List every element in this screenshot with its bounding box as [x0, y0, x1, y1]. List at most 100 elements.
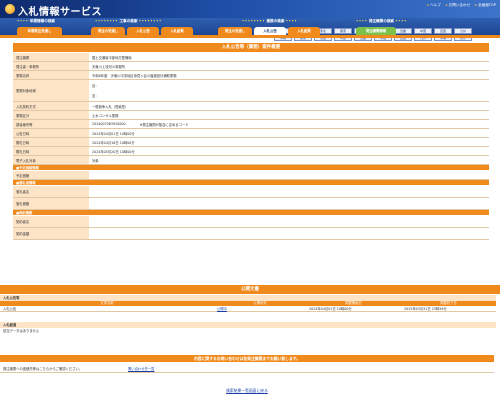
detail-note: ※発注機関が独自に定めるコード: [139, 122, 189, 127]
detail-value-text: 対象: [92, 158, 99, 163]
detail-row: 業務区分 土木コンサル業務: [13, 111, 489, 120]
tab-business-result[interactable]: 入札結果: [288, 27, 320, 35]
section-label-business: •••••••• 業務の検索 ••••: [242, 19, 298, 23]
app-logo-icon: [5, 4, 15, 14]
detail-row: 公告日時 2024年04月01日 10時00分: [13, 129, 489, 138]
detail-value: [89, 186, 489, 197]
prefecture-button[interactable]: 関東: [334, 28, 352, 34]
doc-start: 2024年04月01日 10時00分: [309, 307, 352, 311]
detail-value-text: 天竜川上流河川事務所: [92, 64, 125, 69]
inquiry-row: 発注機関への連絡先等はこちらからご確認ください。 問い合わせ先一覧: [0, 364, 494, 373]
detail-value-text: 2024年05月20日 10時00分: [92, 149, 135, 154]
detail-label: 業務区分: [13, 111, 89, 119]
detail-label: 電子入札対象: [13, 156, 89, 164]
detail-label: 開札日時: [13, 138, 89, 146]
inquiry-text: 発注機関への連絡先等はこちらからご確認ください。: [3, 366, 83, 371]
contact-link[interactable]: お問い合わせ: [446, 3, 471, 8]
area-to: 至：: [92, 94, 99, 98]
detail-row: 電子入札対象 対象: [13, 156, 489, 165]
area-from: 自：: [92, 84, 99, 88]
detail-value-text: 令和6年度 天竜川中流地区添見ヶ谷川堰堤設計補助業務: [92, 73, 177, 78]
detail-value: 2024年05月20日 10時00分: [89, 147, 489, 155]
detail-label: 契約者名: [13, 216, 89, 227]
detail-value: 2024年04月16日 10時00分: [89, 138, 489, 146]
detail-value: [89, 198, 489, 209]
detail-label: 発注機関: [13, 53, 89, 61]
prefecture-button[interactable]: 近畿: [394, 28, 412, 34]
detail-value: 対象: [89, 156, 489, 164]
detail-row: 契約者名: [13, 216, 489, 228]
back-to-results-link[interactable]: 検索結果一覧画面に戻る: [226, 388, 268, 393]
detail-row: 契約金額: [13, 228, 489, 240]
section-label-common: •••• 年間情報の検索: [17, 19, 56, 23]
doc-status-link[interactable]: 公開中: [214, 306, 306, 311]
detail-label: 落札価格: [13, 198, 89, 209]
detail-value: 2024年04月01日 10時00分: [89, 129, 489, 137]
detail-table: 発注機関 国土交通省中部地方整備局 発注者・事務所 天竜川上流河川事務所 業務名称 令和6…: [13, 53, 489, 240]
detail-value-text: 2024007063920000: [92, 122, 126, 126]
detail-value: [89, 228, 489, 239]
detail-value: 天竜川上流河川事務所: [89, 62, 489, 70]
tab-business-notice[interactable]: 入札公告: [254, 27, 286, 35]
prefecture-button[interactable]: 四国: [434, 28, 452, 34]
top-page-link[interactable]: 全画面TOP: [475, 3, 496, 8]
public-docs-header: 公開文書: [0, 285, 500, 294]
result-note: 該当データはありません: [3, 329, 40, 333]
top-links: ヘルプ お問い合わせ 全画面TOP: [427, 3, 496, 8]
detail-label: 業務名称: [13, 71, 89, 79]
tab-construction-notice[interactable]: 入札公告: [127, 27, 159, 35]
detail-value: 2024007063920000 ※発注機関が独自に定めるコード: [89, 120, 489, 128]
prefecture-button[interactable]: 九州: [454, 28, 472, 34]
detail-row: 発注機関 国土交通省中部地方整備局: [13, 53, 489, 62]
detail-row: 落札価格: [13, 198, 489, 210]
detail-label: 公告日時: [13, 129, 89, 137]
detail-label: 落札者名: [13, 186, 89, 197]
page-title: 入札公告等（業務）案件概要: [13, 43, 489, 52]
detail-label: 入札契約方式: [13, 102, 89, 110]
result-block: 入札経過 該当データはありません: [0, 322, 496, 334]
detail-label: 予定価格: [13, 171, 89, 179]
section-label-ordering: •••• 発注機関の検索 ••••: [356, 19, 407, 23]
detail-value: 土木コンサル業務: [89, 111, 489, 119]
doc-name: 入札公告: [3, 307, 17, 311]
doc-end: 2025年03月31日 23時59分: [404, 307, 447, 311]
detail-value-text: 一般競争入札（簡素型）: [92, 104, 129, 109]
detail-row: 開札日時 2024年04月16日 10時00分: [13, 138, 489, 147]
detail-label: 業務対象地域: [13, 80, 89, 101]
detail-row: 業務名称 令和6年度 天竜川中流地区添見ヶ谷川堰堤設計補助業務: [13, 71, 489, 80]
inquiry-link[interactable]: 問い合わせ先一覧: [128, 366, 154, 371]
detail-value: 国土交通省中部地方整備局: [89, 53, 489, 61]
detail-value: [89, 171, 489, 179]
detail-value-text: 2024年04月16日 10時00分: [92, 140, 135, 145]
detail-value-text: 2024年04月01日 10時00分: [92, 131, 135, 136]
detail-row: 開札日時 2024年05月20日 10時00分: [13, 147, 489, 156]
detail-value-text: 土木コンサル業務: [92, 113, 119, 118]
table-row: 入札公告 公開中 2024年04月01日 10時00分 2025年03月31日 …: [0, 306, 496, 312]
nav-divider: [0, 35, 500, 38]
app-title: 入札情報サービス: [18, 7, 102, 18]
detail-label: 発注者・事務所: [13, 62, 89, 70]
tab-annual-outlook[interactable]: 年間発注見通し: [17, 27, 62, 35]
tab-construction-outlook[interactable]: 発注の見通し: [91, 27, 125, 35]
detail-row: 予定価格: [13, 171, 489, 180]
detail-row: 調達番号等 2024007063920000 ※発注機関が独自に定めるコード: [13, 120, 489, 129]
detail-label: 調達番号等: [13, 120, 89, 128]
tab-business-outlook[interactable]: 発注の見通し: [218, 27, 252, 35]
help-link[interactable]: ヘルプ: [427, 3, 441, 8]
detail-row: 入札契約方式 一般競争入札（簡素型）: [13, 102, 489, 111]
detail-value: [89, 216, 489, 227]
back-link-wrap: 検索結果一覧画面に戻る: [0, 388, 494, 394]
detail-value: 一般競争入札（簡素型）: [89, 102, 489, 110]
tab-ordering-agency[interactable]: 発注機関情報: [356, 27, 396, 35]
detail-row: 発注者・事務所 天竜川上流河川事務所: [13, 62, 489, 71]
detail-value-text: 国土交通省中部地方整備局: [92, 55, 132, 60]
detail-label: 開札日時: [13, 147, 89, 155]
detail-value: 自： 至：: [89, 80, 489, 101]
notice-docs-block: 入札公告等 文書名称 公開状況 掲載開始日 掲載終了日 入札公告 公開中 202…: [0, 295, 496, 312]
tab-construction-result[interactable]: 入札結果: [161, 27, 193, 35]
prefecture-button[interactable]: 中国: [414, 28, 432, 34]
inquiry-header: 内容に関するお問い合わせは各発注機関までお願い致します。: [0, 355, 494, 362]
detail-row: 業務対象地域 自： 至：: [13, 80, 489, 102]
detail-value: 令和6年度 天竜川中流地区添見ヶ谷川堰堤設計補助業務: [89, 71, 489, 79]
detail-label: 契約金額: [13, 228, 89, 239]
